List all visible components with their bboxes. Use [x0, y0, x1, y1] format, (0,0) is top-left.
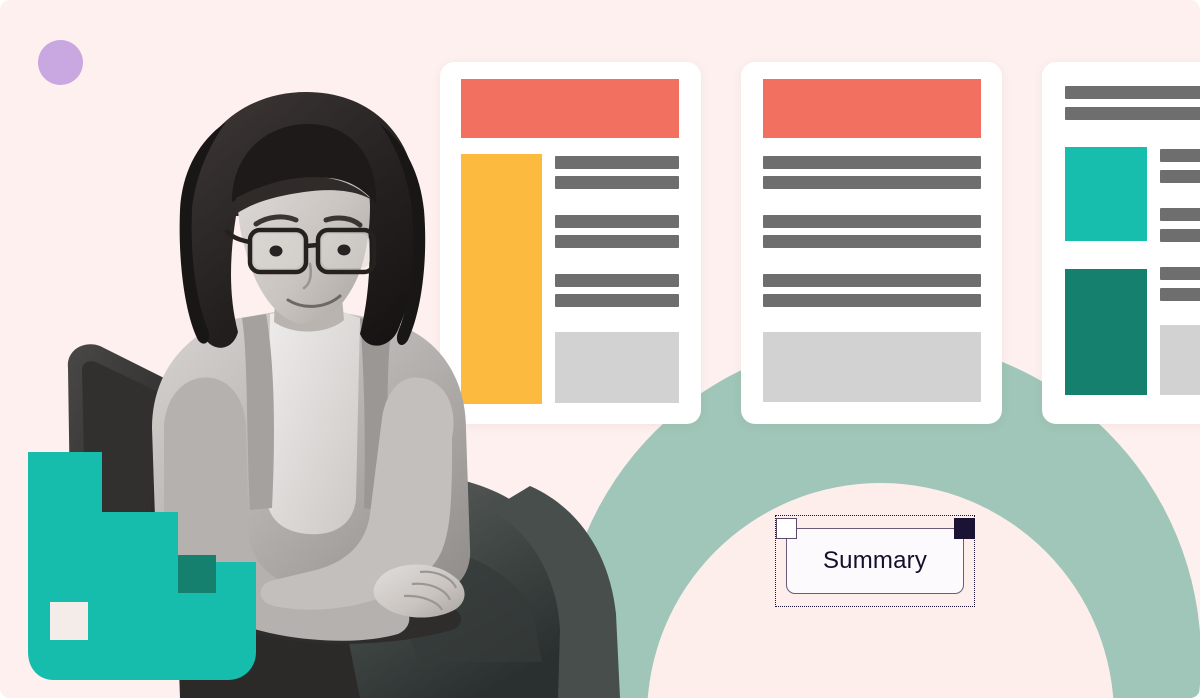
placeholder-image-block [1160, 325, 1200, 395]
text-line [1160, 267, 1200, 280]
text-line [763, 235, 981, 248]
teal-image-block [1065, 147, 1147, 241]
text-line [763, 215, 981, 228]
dark-teal-image-block [1065, 269, 1147, 395]
text-line [1065, 86, 1200, 99]
summary-selection-widget[interactable]: Summary [775, 515, 975, 607]
text-line [1065, 107, 1200, 120]
teal-geometric-logo [28, 452, 268, 698]
text-line [763, 294, 981, 307]
resize-handle-top-right[interactable] [954, 518, 975, 539]
illustration-canvas: Summary [0, 0, 1200, 698]
text-line [1160, 208, 1200, 221]
summary-box[interactable]: Summary [786, 528, 964, 594]
text-line [1160, 149, 1200, 162]
text-line [1160, 170, 1200, 183]
resize-handle-top-left[interactable] [776, 518, 797, 539]
placeholder-image-block [763, 332, 981, 402]
document-card-2[interactable] [741, 62, 1002, 424]
text-line [1160, 288, 1200, 301]
summary-label: Summary [822, 547, 928, 574]
document-card-3[interactable] [1042, 62, 1200, 424]
text-line [763, 156, 981, 169]
text-line [763, 176, 981, 189]
card-header-block [763, 79, 981, 138]
text-line [763, 274, 981, 287]
text-line [1160, 229, 1200, 242]
